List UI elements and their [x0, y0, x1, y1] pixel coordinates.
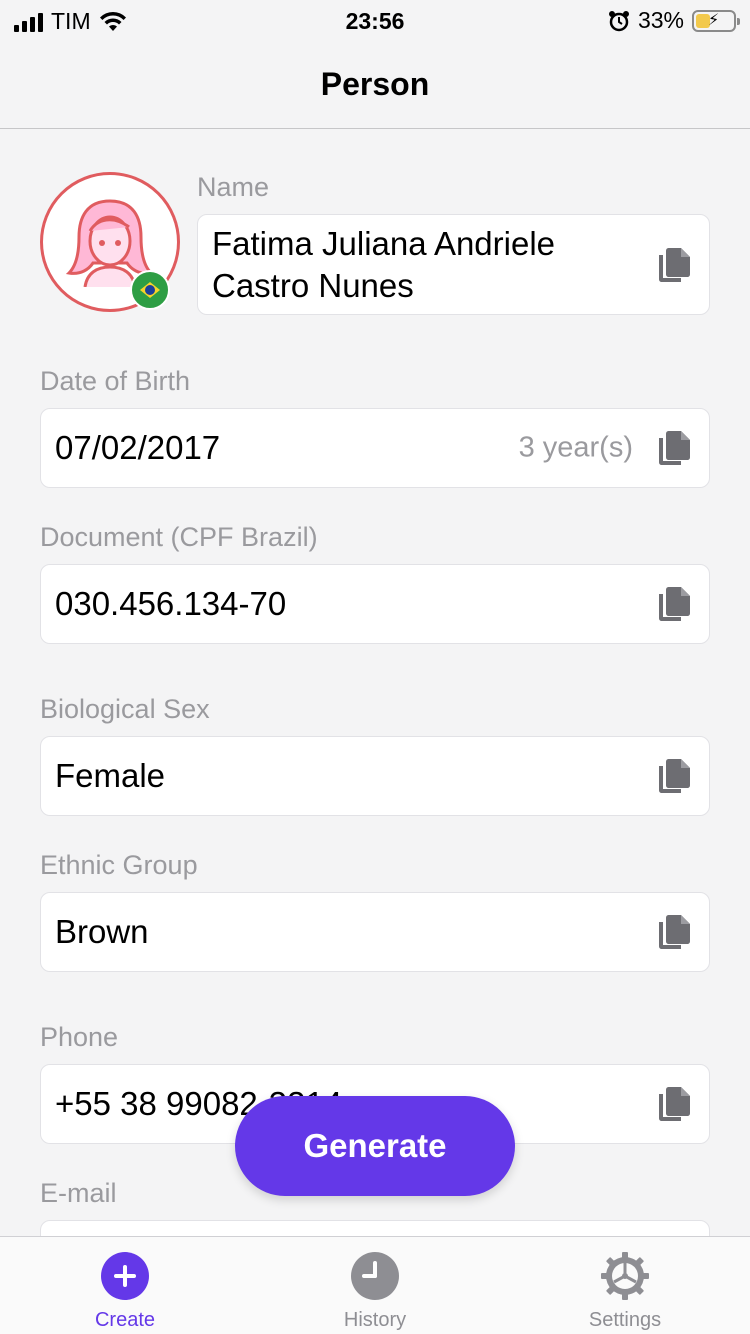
page-title: Person [320, 66, 430, 102]
clock-icon [351, 1252, 399, 1300]
gear-icon [601, 1252, 649, 1300]
document-label: Document (CPF Brazil) [40, 522, 318, 552]
status-bar: TIM 23:56 33% ⚡ [0, 0, 750, 40]
document-field[interactable]: 030.456.134-70 [40, 564, 710, 644]
copy-icon[interactable] [657, 430, 691, 466]
dob-label: Date of Birth [40, 366, 191, 396]
copy-icon[interactable] [657, 586, 691, 622]
plus-circle-icon [101, 1252, 149, 1300]
battery-percent: 33% [637, 7, 684, 33]
dob-value: 07/02/2017 [55, 429, 221, 466]
ethnic-group-value: Brown [55, 913, 149, 950]
phone-label: Phone [40, 1022, 119, 1052]
copy-icon[interactable] [657, 1086, 691, 1122]
biological-sex-field[interactable]: Female [40, 736, 710, 816]
copy-icon[interactable] [657, 758, 691, 794]
battery-charging-icon: ⚡ [692, 9, 740, 32]
tab-bar: Create History Settings [0, 1236, 750, 1334]
name-field[interactable]: Fatima Juliana Andriele Castro Nunes [197, 214, 710, 315]
email-label: E-mail [40, 1178, 117, 1208]
tab-history-label: History [343, 1309, 407, 1331]
age-value: 3 year(s) [518, 431, 633, 464]
biological-sex-value: Female [55, 757, 166, 794]
alarm-icon [608, 10, 629, 31]
dob-field[interactable]: 07/02/2017 3 year(s) [40, 408, 710, 488]
female-avatar-icon [40, 172, 180, 312]
email-field[interactable] [40, 1220, 710, 1236]
navigation-bar: Person [0, 40, 750, 129]
brazil-flag-icon [130, 270, 170, 310]
ethnic-group-label: Ethnic Group [40, 850, 198, 880]
copy-icon[interactable] [657, 914, 691, 950]
tab-history[interactable]: History [250, 1237, 500, 1334]
tab-create-label: Create [94, 1309, 156, 1331]
ethnic-group-field[interactable]: Brown [40, 892, 710, 972]
biological-sex-label: Biological Sex [40, 694, 210, 724]
tab-settings-label: Settings [588, 1309, 662, 1331]
name-label: Name [197, 172, 270, 202]
copy-icon[interactable] [657, 247, 691, 283]
person-form[interactable]: Name Fatima Juliana Andriele Castro Nune… [0, 130, 750, 1236]
tab-settings[interactable]: Settings [500, 1237, 750, 1334]
tab-create[interactable]: Create [0, 1237, 250, 1334]
generate-button[interactable]: Generate [235, 1096, 515, 1196]
document-value: 030.456.134-70 [55, 585, 287, 622]
name-value: Fatima Juliana Andriele Castro Nunes [212, 224, 556, 304]
